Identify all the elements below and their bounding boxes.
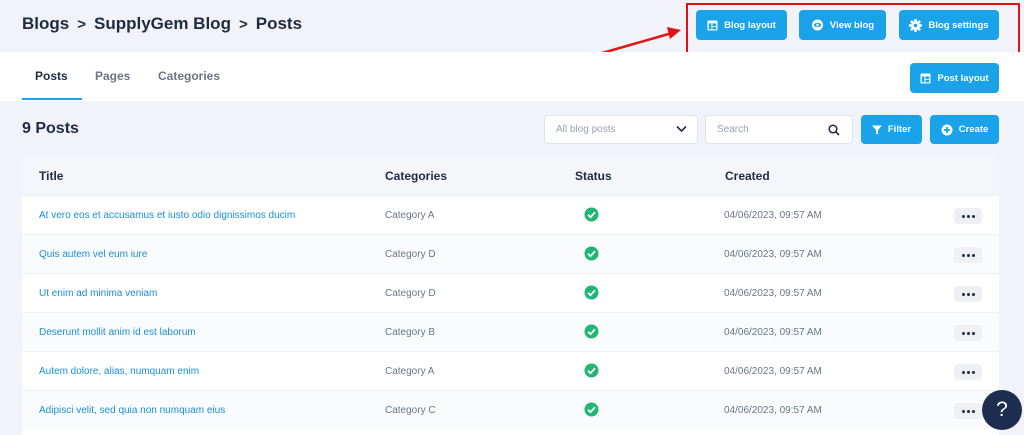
more-actions-button[interactable] bbox=[954, 364, 982, 380]
post-created-date: 04/06/2023, 09:57 AM bbox=[724, 405, 822, 416]
table-row: Quis autem vel eum iure Category D 04/06/2… bbox=[22, 234, 999, 273]
more-actions-button[interactable] bbox=[954, 325, 982, 341]
status-published bbox=[584, 363, 599, 381]
more-icon bbox=[971, 370, 975, 374]
post-title-link[interactable]: Deserunt mollit anim id est laborum bbox=[39, 327, 196, 338]
table-row: Autem dolore, alias, numquam enim Categor… bbox=[22, 351, 999, 390]
post-count: 9 Posts bbox=[22, 120, 79, 137]
status-published bbox=[584, 324, 599, 342]
post-created-date: 04/06/2023, 09:57 AM bbox=[724, 327, 822, 338]
more-icon bbox=[971, 331, 975, 335]
check-circle-icon bbox=[584, 363, 599, 378]
more-actions-button[interactable] bbox=[954, 403, 982, 419]
more-icon bbox=[966, 409, 970, 413]
help-icon: ? bbox=[996, 398, 1008, 421]
more-icon bbox=[971, 214, 975, 218]
status-published bbox=[584, 246, 599, 264]
check-circle-icon bbox=[584, 207, 599, 222]
table-header: Title Categories Status Created bbox=[22, 157, 999, 195]
filter-label: Filter bbox=[887, 124, 912, 135]
more-icon bbox=[966, 253, 970, 257]
more-icon bbox=[966, 214, 970, 218]
more-actions-button[interactable] bbox=[954, 208, 982, 224]
table-row: Deserunt mollit anim id est laborum Categ… bbox=[22, 312, 999, 351]
check-circle-icon bbox=[584, 324, 599, 339]
filter-icon bbox=[871, 125, 882, 134]
layout-icon bbox=[920, 73, 931, 83]
post-title-link[interactable]: At vero eos et accusamus et iusto odio d… bbox=[39, 210, 295, 221]
column-status: Status bbox=[575, 169, 612, 183]
more-icon bbox=[971, 409, 975, 413]
post-title-link[interactable]: Quis autem vel eum iure bbox=[39, 249, 147, 260]
post-created-date: 04/06/2023, 09:57 AM bbox=[724, 288, 822, 299]
tab-categories[interactable]: Categories bbox=[158, 69, 220, 83]
search-input[interactable] bbox=[717, 124, 827, 135]
more-icon bbox=[961, 370, 965, 374]
more-icon bbox=[971, 253, 975, 257]
filter-button[interactable]: Filter bbox=[861, 115, 922, 144]
help-button[interactable]: ? bbox=[982, 390, 1022, 430]
search-icon[interactable] bbox=[828, 124, 840, 136]
more-icon bbox=[961, 253, 965, 257]
table-row: Ut enim ad minima veniam Category D 04/06/… bbox=[22, 273, 999, 312]
more-icon bbox=[961, 214, 965, 218]
column-created: Created bbox=[725, 169, 770, 183]
column-categories: Categories bbox=[385, 169, 448, 183]
check-circle-icon bbox=[584, 402, 599, 417]
plus-circle-icon bbox=[941, 124, 953, 135]
post-created-date: 04/06/2023, 09:57 AM bbox=[724, 249, 822, 260]
create-label: Create bbox=[958, 124, 989, 135]
tab-posts[interactable]: Posts bbox=[35, 69, 68, 83]
search-field[interactable] bbox=[705, 115, 853, 144]
more-icon bbox=[966, 331, 970, 335]
post-category: Category C bbox=[385, 405, 436, 416]
posts-table: Title Categories Status Created At vero … bbox=[22, 157, 999, 435]
post-category: Category A bbox=[385, 210, 435, 221]
tabs-bar: Posts Pages Categories bbox=[0, 52, 1024, 101]
post-created-date: 04/06/2023, 09:57 AM bbox=[724, 366, 822, 377]
check-circle-icon bbox=[584, 246, 599, 261]
post-title-link[interactable]: Ut enim ad minima veniam bbox=[39, 288, 157, 299]
post-title-link[interactable]: Adipisci velit, sed quia non numquam eiu… bbox=[39, 405, 225, 416]
post-layout-label: Post layout bbox=[937, 72, 989, 84]
post-layout-button[interactable]: Post layout bbox=[910, 63, 999, 93]
more-actions-button[interactable] bbox=[954, 247, 982, 263]
post-category: Category B bbox=[385, 327, 436, 338]
more-icon bbox=[961, 292, 965, 296]
status-published bbox=[584, 207, 599, 225]
more-icon bbox=[966, 370, 970, 374]
status-published bbox=[584, 285, 599, 303]
more-icon bbox=[961, 409, 965, 413]
tab-pages[interactable]: Pages bbox=[95, 69, 130, 83]
post-title-link[interactable]: Autem dolore, alias, numquam enim bbox=[39, 366, 199, 377]
table-row: Adipisci velit, sed quia non numquam eiu… bbox=[22, 390, 999, 429]
status-published bbox=[584, 402, 599, 420]
post-category: Category A bbox=[385, 366, 435, 377]
post-category: Category D bbox=[385, 249, 436, 260]
more-actions-button[interactable] bbox=[954, 286, 982, 302]
more-icon bbox=[961, 331, 965, 335]
post-category: Category D bbox=[385, 288, 436, 299]
blog-posts-select[interactable]: All blog posts bbox=[544, 115, 698, 144]
column-title: Title bbox=[39, 169, 64, 183]
more-icon bbox=[971, 292, 975, 296]
active-tab-indicator bbox=[22, 98, 82, 100]
table-row: At vero eos et accusamus et iusto odio d… bbox=[22, 195, 999, 234]
check-circle-icon bbox=[584, 285, 599, 300]
select-value: All blog posts bbox=[556, 124, 616, 135]
chevron-down-icon bbox=[676, 125, 687, 133]
create-button[interactable]: Create bbox=[930, 115, 999, 144]
more-icon bbox=[966, 292, 970, 296]
post-created-date: 04/06/2023, 09:57 AM bbox=[724, 210, 822, 221]
